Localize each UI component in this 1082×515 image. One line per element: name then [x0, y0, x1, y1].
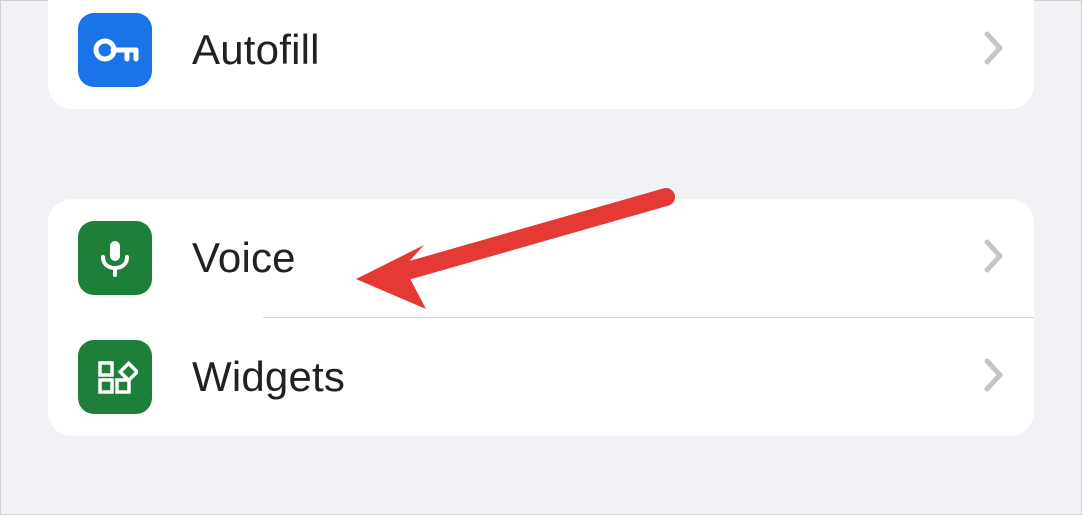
microphone-icon — [78, 221, 152, 295]
key-icon — [78, 13, 152, 87]
settings-panel: Autofill Voice — [1, 0, 1081, 436]
widgets-icon — [78, 340, 152, 414]
settings-row-label: Widgets — [192, 353, 984, 401]
settings-row-label: Autofill — [192, 26, 984, 74]
settings-row-voice[interactable]: Voice — [48, 199, 1034, 317]
settings-group-2: Voice Widgets — [48, 199, 1034, 436]
settings-row-widgets[interactable]: Widgets — [48, 318, 1034, 436]
settings-row-label: Voice — [192, 234, 984, 282]
chevron-right-icon — [984, 239, 1004, 278]
chevron-right-icon — [984, 31, 1004, 70]
settings-row-autofill[interactable]: Autofill — [48, 0, 1034, 109]
chevron-right-icon — [984, 358, 1004, 397]
settings-group-1: Autofill — [48, 0, 1034, 109]
